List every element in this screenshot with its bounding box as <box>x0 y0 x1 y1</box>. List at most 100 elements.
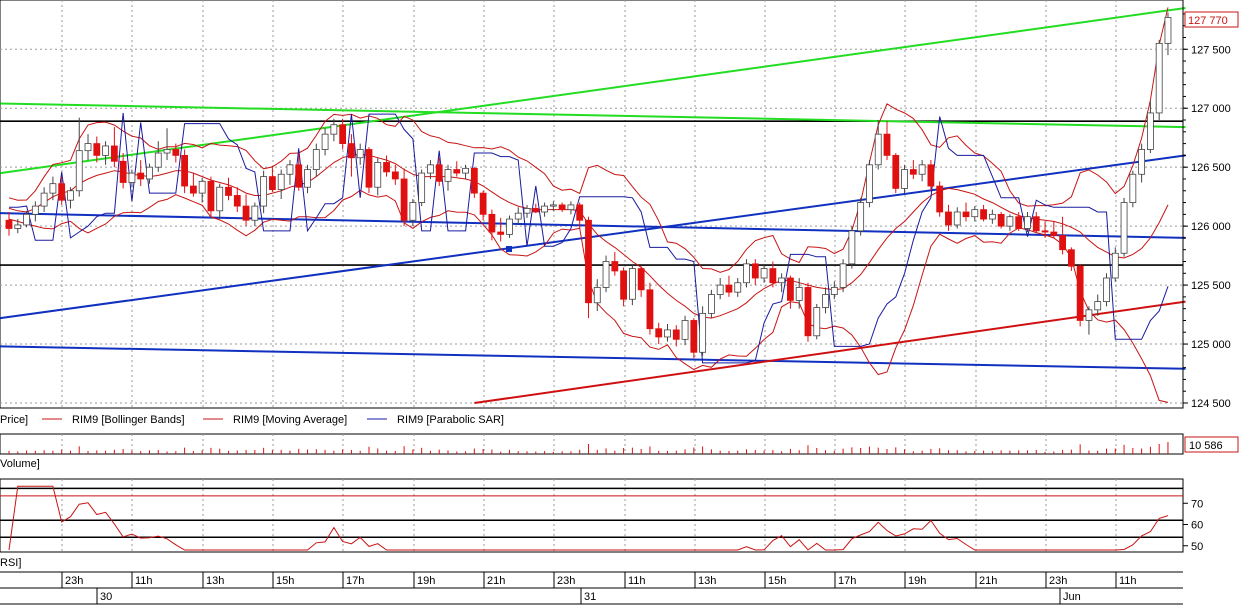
candle-body <box>189 185 197 194</box>
price-tick-label: 124 500 <box>1191 398 1231 410</box>
candle-body <box>58 183 66 201</box>
candle-body <box>1015 216 1023 229</box>
candle-body <box>523 208 531 214</box>
candle-body <box>1085 309 1093 321</box>
candle-body <box>497 231 505 235</box>
candle-body <box>927 164 935 187</box>
candle-body <box>154 152 162 168</box>
candle-body <box>918 164 926 175</box>
candle-body <box>365 149 373 188</box>
candle-body <box>558 204 566 211</box>
candle-body <box>216 186 224 212</box>
candle-body <box>778 277 786 284</box>
candle-body <box>479 192 487 215</box>
volume-panel-frame <box>0 433 1184 455</box>
time-axis: 23h 11h 13h 15h 17h 19h 21h 23h 11h 13h 15h 17h 19h 2… <box>0 571 1183 605</box>
candle-body <box>690 320 698 353</box>
candle-body <box>304 169 311 188</box>
candle-body <box>14 224 22 229</box>
candle-body <box>339 124 347 144</box>
candle-body <box>848 230 856 265</box>
legend-bollinger-label: RIM9 [Bollinger Bands] <box>72 414 185 426</box>
time-hour-label: 15h <box>768 575 786 587</box>
time-hour-label: 23h <box>557 575 575 587</box>
volume-panel-label: Volume] <box>0 458 40 470</box>
candle-body <box>1050 231 1058 236</box>
candle-body <box>909 169 917 175</box>
candle-body <box>49 183 57 194</box>
candle-body <box>953 211 961 226</box>
time-hour-label: 15h <box>276 575 294 587</box>
candle-body <box>664 329 671 338</box>
candle-body <box>795 287 803 301</box>
candle-body <box>277 173 285 190</box>
candle-body <box>330 124 338 135</box>
candle-body <box>321 133 329 150</box>
candle-body <box>1024 216 1031 229</box>
time-hour-label: 19h <box>908 575 926 587</box>
candle-body <box>488 213 496 233</box>
candle-body <box>1120 202 1128 254</box>
time-day-label: 30 <box>100 591 112 603</box>
candle-body <box>725 284 733 293</box>
candle-body <box>409 202 417 221</box>
candle-body <box>391 171 399 180</box>
candle-body <box>962 211 970 218</box>
candle-body <box>593 287 601 304</box>
candle-body <box>1103 277 1110 302</box>
candle-body <box>119 160 127 183</box>
time-hour-label: 13h <box>206 575 224 587</box>
candle-body <box>268 176 276 190</box>
time-day-label: Jun <box>1063 591 1081 603</box>
candle-body <box>672 329 680 340</box>
candle-body <box>5 219 13 229</box>
candle-body <box>146 166 153 180</box>
candle-body <box>1155 42 1163 114</box>
candle-body <box>699 312 707 353</box>
candle-body <box>988 213 996 220</box>
candle-body <box>866 164 873 203</box>
candle-body <box>769 268 777 284</box>
time-hour-label: 13h <box>698 575 716 587</box>
candle-body <box>576 204 584 221</box>
candle-body <box>1164 17 1172 44</box>
candle-body <box>242 205 250 221</box>
candle-body <box>233 195 241 207</box>
volume-panel[interactable] <box>0 433 1184 455</box>
rsi-axis: 50 60 70 <box>1183 498 1203 553</box>
candle-body <box>84 143 92 152</box>
candle-body <box>541 205 548 213</box>
price-axis: 124 500 125 000 125 500 126 000 126 500 127 0… <box>1182 0 1231 410</box>
candle-body <box>225 186 232 196</box>
candle-body <box>40 192 48 207</box>
time-hour-label: 17h <box>346 575 364 587</box>
trading-chart[interactable]: 124 500 125 000 125 500 126 000 126 500 127 0… <box>0 0 1239 606</box>
volume-value-label: 10 586 <box>1189 440 1223 452</box>
price-tick-label: 127 000 <box>1191 103 1231 115</box>
time-day-label: 31 <box>584 591 596 603</box>
price-panel[interactable] <box>0 0 1186 409</box>
candle-body <box>31 205 39 215</box>
candle-body <box>506 218 513 235</box>
last-price-label: 127 770 <box>1188 15 1228 27</box>
candle-body <box>295 164 303 188</box>
candle-body <box>181 154 189 187</box>
candle-body <box>585 219 592 304</box>
time-hour-label: 21h <box>979 575 997 587</box>
candle-body <box>1076 265 1084 321</box>
candle-body <box>1138 149 1146 175</box>
candle-body <box>734 282 742 293</box>
candle-body <box>620 270 627 300</box>
candle-body <box>1032 216 1040 232</box>
rsi-panel-label: RSI] <box>0 557 21 569</box>
candle-body <box>971 209 979 218</box>
candle-body <box>646 289 654 330</box>
rsi-panel[interactable] <box>0 478 1184 553</box>
candle-body <box>892 154 900 189</box>
candle-body <box>1147 112 1154 150</box>
candle-body <box>348 143 355 159</box>
candle-body <box>1006 216 1014 227</box>
price-tick-label: 126 000 <box>1191 221 1231 233</box>
candle-body <box>418 172 426 203</box>
candle-body <box>813 307 821 337</box>
